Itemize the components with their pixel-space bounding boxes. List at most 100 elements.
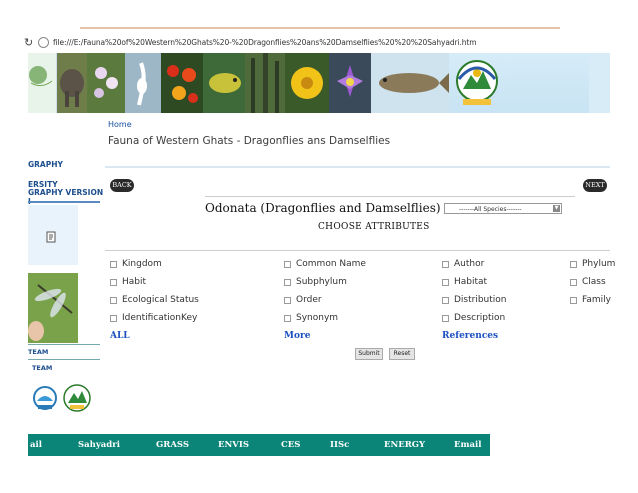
checkbox[interactable] bbox=[570, 278, 577, 286]
submit-button[interactable]: Submit bbox=[355, 348, 383, 360]
checkbox[interactable] bbox=[284, 296, 291, 304]
dragonfly-photo bbox=[28, 273, 78, 343]
envis-logo-area bbox=[449, 53, 589, 113]
attribute-label: Author bbox=[454, 259, 485, 269]
document-icon[interactable] bbox=[46, 231, 56, 243]
attribute-checkbox[interactable]: Kingdom bbox=[110, 259, 162, 269]
footer-link-envis[interactable]: ENVIS bbox=[218, 440, 249, 450]
left-sidebar: GRAPHY ERSITY GRAPHY VERSION I TEAM TEAM bbox=[28, 113, 104, 433]
database-divider bbox=[205, 196, 575, 197]
footer-link-mail[interactable]: ail bbox=[30, 440, 42, 450]
title-divider bbox=[105, 166, 610, 168]
attribute-checkbox[interactable]: Habit bbox=[110, 277, 146, 287]
next-button[interactable]: NEXT bbox=[583, 179, 607, 192]
footer-link-ces[interactable]: CES bbox=[281, 440, 300, 450]
checkbox[interactable] bbox=[570, 296, 577, 304]
attribute-label: Class bbox=[582, 277, 606, 287]
sidebar-panel bbox=[28, 205, 78, 265]
checkbox[interactable] bbox=[284, 314, 291, 322]
checkbox[interactable] bbox=[110, 260, 117, 268]
attribute-label: Habitat bbox=[454, 277, 488, 287]
attribute-label: Distribution bbox=[454, 295, 507, 305]
attribute-checkbox[interactable]: Order bbox=[284, 295, 322, 305]
sahyadri-envis-logo bbox=[456, 60, 498, 105]
attribute-label: Habit bbox=[122, 277, 147, 287]
checkbox[interactable] bbox=[284, 278, 291, 286]
attribute-label: Phylum bbox=[582, 259, 616, 269]
sahyadri-small-logo bbox=[63, 384, 91, 412]
attribute-label: Ecological Status bbox=[122, 295, 199, 305]
more-link[interactable]: More bbox=[284, 331, 310, 341]
attribute-checkbox[interactable]: Ecological Status bbox=[110, 295, 199, 305]
footer-nav: ail Sahyadri GRASS ENVIS CES IISc ENERGY… bbox=[28, 434, 490, 456]
sidebar-divider-2 bbox=[28, 344, 100, 345]
reload-icon[interactable]: ↻ bbox=[24, 36, 36, 49]
references-link[interactable]: References bbox=[442, 331, 498, 341]
sidebar-item-graphy[interactable]: GRAPHY bbox=[28, 160, 63, 169]
checkbox[interactable] bbox=[442, 314, 449, 322]
sidebar-team-link-1[interactable]: TEAM bbox=[28, 348, 48, 356]
attribute-checkbox[interactable]: Description bbox=[442, 313, 505, 323]
checkbox[interactable] bbox=[442, 296, 449, 304]
chevron-down-icon[interactable]: ▼ bbox=[553, 205, 560, 212]
attribute-checkbox[interactable]: Family bbox=[570, 295, 611, 305]
attribute-checkbox[interactable]: Habitat bbox=[442, 277, 487, 287]
address-bar[interactable]: ↻ file:///E:/Fauna%20of%20Western%20Ghat… bbox=[24, 34, 624, 50]
checkbox[interactable] bbox=[110, 314, 117, 322]
envis-small-logo bbox=[33, 386, 57, 410]
checkbox[interactable] bbox=[570, 260, 577, 268]
checkbox[interactable] bbox=[110, 296, 117, 304]
attribute-checkbox[interactable]: Distribution bbox=[442, 295, 507, 305]
attribute-checkbox[interactable]: Author bbox=[442, 259, 484, 269]
page-title: Fauna of Western Ghats - Dragonflies ans… bbox=[108, 135, 391, 147]
attribute-label: IdentificationKey bbox=[122, 313, 198, 323]
attribute-label: Family bbox=[582, 295, 611, 305]
sidebar-divider-3 bbox=[28, 359, 100, 360]
attribute-checkbox[interactable]: Subphylum bbox=[284, 277, 347, 287]
yellow-flower-photo bbox=[285, 53, 329, 113]
footer-link-energy[interactable]: ENERGY bbox=[384, 440, 425, 450]
footer-link-grass[interactable]: GRASS bbox=[156, 440, 189, 450]
attribute-label: Common Name bbox=[296, 259, 366, 269]
forest-photo bbox=[245, 53, 285, 113]
checkbox[interactable] bbox=[110, 278, 117, 286]
left-logo bbox=[28, 53, 57, 113]
top-divider bbox=[80, 27, 560, 29]
footer-link-iisc[interactable]: IISc bbox=[330, 440, 349, 450]
attribute-label: Synonym bbox=[296, 313, 339, 323]
breadcrumb-home[interactable]: Home bbox=[108, 120, 132, 129]
form-divider bbox=[105, 250, 610, 251]
attribute-checkbox[interactable]: Synonym bbox=[284, 313, 338, 323]
species-select-value: -------All Species------- bbox=[459, 206, 522, 213]
egret-photo bbox=[125, 53, 161, 113]
attribute-checkbox[interactable]: Common Name bbox=[284, 259, 366, 269]
checkbox[interactable] bbox=[442, 260, 449, 268]
footer-link-email[interactable]: Email bbox=[454, 440, 481, 450]
sidebar-divider bbox=[28, 201, 100, 203]
url-text[interactable]: file:///E:/Fauna%20of%20Western%20Ghats%… bbox=[53, 38, 477, 47]
footer-link-sahyadri[interactable]: Sahyadri bbox=[78, 440, 120, 450]
lotus-photo bbox=[329, 53, 371, 113]
species-select[interactable]: -------All Species------- ▼ bbox=[444, 203, 562, 214]
fish-photo bbox=[203, 53, 245, 113]
red-flower-photo bbox=[161, 53, 203, 113]
choose-attributes-heading: CHOOSE ATTRIBUTES bbox=[318, 222, 430, 232]
attribute-checkbox[interactable]: Class bbox=[570, 277, 606, 287]
attribute-checkbox[interactable]: Phylum bbox=[570, 259, 615, 269]
elephant-photo bbox=[57, 53, 87, 113]
checkbox[interactable] bbox=[284, 260, 291, 268]
attribute-label: Subphylum bbox=[296, 277, 347, 287]
back-button[interactable]: BACK bbox=[110, 179, 134, 192]
sidebar-item-graphy-version[interactable]: GRAPHY VERSION I bbox=[28, 188, 104, 206]
attribute-checkbox[interactable]: IdentificationKey bbox=[110, 313, 197, 323]
fish-photo-2 bbox=[371, 53, 449, 113]
flower-photo bbox=[87, 53, 125, 113]
all-link[interactable]: ALL bbox=[110, 331, 130, 341]
reset-button[interactable]: Reset bbox=[389, 348, 415, 360]
sidebar-team-link-2[interactable]: TEAM bbox=[32, 364, 52, 372]
checkbox[interactable] bbox=[442, 278, 449, 286]
attribute-label: Order bbox=[296, 295, 322, 305]
header-banner bbox=[28, 53, 610, 113]
attribute-label: Description bbox=[454, 313, 506, 323]
info-icon[interactable] bbox=[38, 36, 49, 48]
